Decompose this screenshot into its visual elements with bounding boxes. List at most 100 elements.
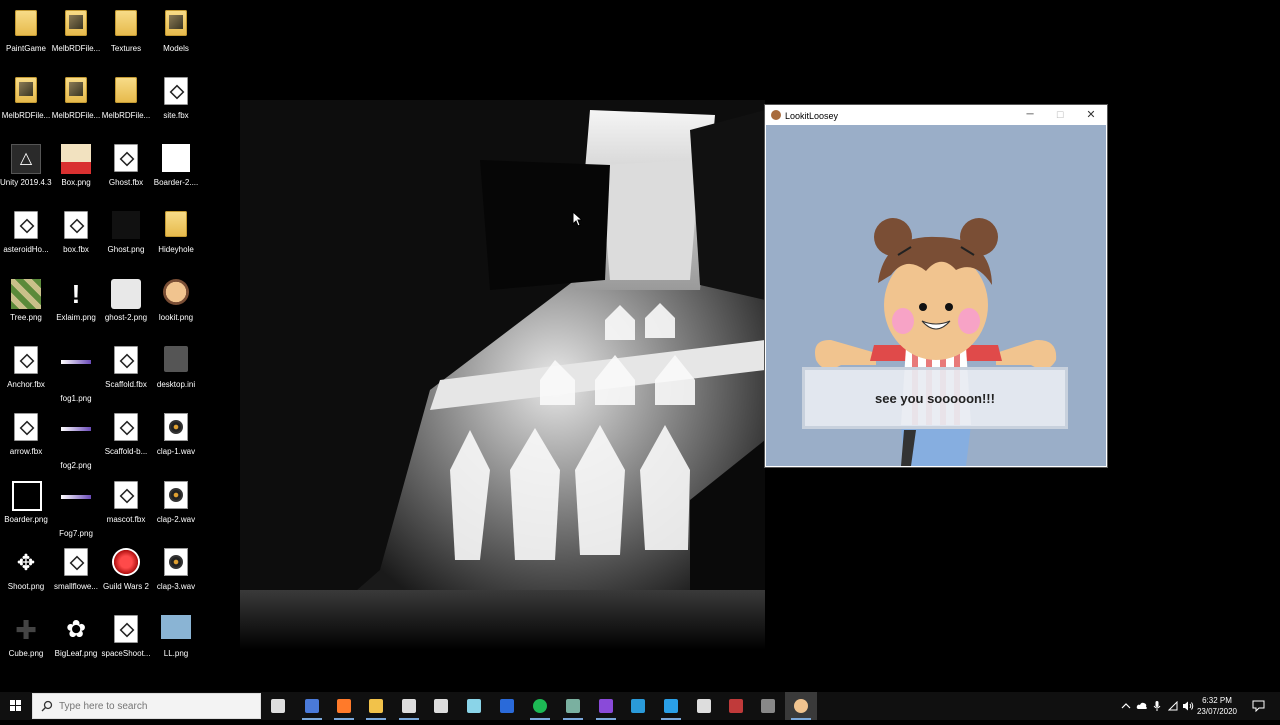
taskbar-app[interactable] bbox=[393, 692, 425, 720]
desktop-icon[interactable]: Fog7.png bbox=[50, 477, 102, 541]
taskbar-app[interactable] bbox=[785, 692, 817, 720]
desktop-icon[interactable]: ! Exlaim.png bbox=[50, 275, 102, 339]
lookitloosey-window[interactable]: LookitLoosey ─ ☐ ✕ see you sooooon!!! bbox=[765, 105, 1107, 467]
taskbar-app[interactable] bbox=[557, 692, 589, 720]
notifications-icon[interactable] bbox=[1252, 700, 1265, 712]
desktop-icon[interactable]: asteroidHo... bbox=[0, 207, 52, 271]
taskbar-search-box[interactable] bbox=[32, 693, 261, 719]
black-png-icon bbox=[111, 211, 141, 241]
volume-icon[interactable] bbox=[1182, 701, 1194, 711]
minimize-button[interactable]: ─ bbox=[1015, 105, 1045, 125]
taskbar-app[interactable] bbox=[590, 692, 622, 720]
ll-png-icon bbox=[161, 615, 191, 645]
desktop-icon[interactable]: Models bbox=[150, 6, 202, 70]
taskbar-app[interactable] bbox=[262, 692, 294, 720]
desktop-icon[interactable]: ✿ BigLeaf.png bbox=[50, 611, 102, 675]
onedrive-cloud-icon[interactable] bbox=[1136, 701, 1148, 711]
app-icon-2 bbox=[664, 699, 678, 713]
desktop-icon[interactable]: Textures bbox=[100, 6, 152, 70]
desktop-icon[interactable]: ✥ Shoot.png bbox=[0, 544, 52, 608]
taskbar-app[interactable] bbox=[328, 692, 360, 720]
fog-png-icon bbox=[61, 360, 91, 390]
window-title: LookitLoosey bbox=[785, 111, 839, 121]
desktop-icon[interactable]: PaintGame bbox=[0, 6, 52, 70]
desktop-icon[interactable]: MelbRDFile... bbox=[50, 73, 102, 137]
desktop-icon-label: Anchor.fbx bbox=[7, 380, 45, 389]
window-titlebar[interactable]: LookitLoosey ─ ☐ ✕ bbox=[765, 105, 1107, 125]
desktop-icon[interactable]: MelbRDFile... bbox=[0, 73, 52, 137]
desktop-icon[interactable]: desktop.ini bbox=[150, 342, 202, 406]
desktop-icon[interactable]: Boarder-2.... bbox=[150, 140, 202, 204]
desktop-icon[interactable]: mascot.fbx bbox=[100, 477, 152, 541]
fbx-icon bbox=[111, 615, 141, 645]
windows-logo-icon bbox=[10, 700, 21, 711]
fbx-icon bbox=[111, 413, 141, 443]
taskbar-app[interactable] bbox=[655, 692, 687, 720]
search-input[interactable] bbox=[59, 699, 249, 713]
desktop-icon[interactable]: fog2.png bbox=[50, 409, 102, 473]
desktop-icon[interactable]: Box.png bbox=[50, 140, 102, 204]
taskbar-app[interactable] bbox=[720, 692, 752, 720]
taskbar: 6:32 PM 23/07/2020 bbox=[0, 692, 1280, 720]
desktop-icon[interactable]: clap-2.wav bbox=[150, 477, 202, 541]
desktop-icon-label: Boarder.png bbox=[4, 515, 48, 524]
game-viewport[interactable]: see you sooooon!!! bbox=[766, 125, 1106, 466]
desktop-icon[interactable]: Hideyhole bbox=[150, 207, 202, 271]
desktop-icon-label: asteroidHo... bbox=[3, 245, 49, 254]
mouse-cursor-icon bbox=[572, 211, 582, 227]
ini-icon bbox=[161, 346, 191, 376]
microphone-icon[interactable] bbox=[1153, 700, 1161, 712]
desktop-icon[interactable]: smallflowe... bbox=[50, 544, 102, 608]
taskbar-app[interactable] bbox=[752, 692, 784, 720]
app-icon bbox=[631, 699, 645, 713]
outlook-icon bbox=[305, 699, 319, 713]
fbx-icon bbox=[61, 548, 91, 578]
desktop-icon[interactable]: Boarder.png bbox=[0, 477, 52, 541]
ghost2-png-icon bbox=[111, 279, 141, 309]
desktop-icon[interactable]: lookit.png bbox=[150, 275, 202, 339]
desktop-icon[interactable]: box.fbx bbox=[50, 207, 102, 271]
network-icon[interactable] bbox=[1168, 701, 1178, 711]
taskbar-app[interactable] bbox=[524, 692, 556, 720]
taskbar-app[interactable] bbox=[491, 692, 523, 720]
taskbar-app[interactable] bbox=[622, 692, 654, 720]
close-button[interactable]: ✕ bbox=[1076, 105, 1106, 125]
taskbar-app[interactable] bbox=[458, 692, 490, 720]
desktop-icon[interactable]: arrow.fbx bbox=[0, 409, 52, 473]
desktop-icon[interactable]: fog1.png bbox=[50, 342, 102, 406]
desktop-icon[interactable]: MelbRDFile... bbox=[50, 6, 102, 70]
desktop-icon[interactable]: site.fbx bbox=[150, 73, 202, 137]
taskbar-app[interactable] bbox=[425, 692, 457, 720]
desktop-icon[interactable]: Anchor.fbx bbox=[0, 342, 52, 406]
desktop-icon[interactable]: spaceShoot... bbox=[100, 611, 152, 675]
desktop-icon-label: MelbRDFile... bbox=[1, 111, 51, 120]
desktop-icon[interactable]: Scaffold-b... bbox=[100, 409, 152, 473]
desktop-icon-label: Models bbox=[163, 44, 189, 53]
desktop-icon[interactable]: Scaffold.fbx bbox=[100, 342, 152, 406]
taskbar-app[interactable] bbox=[296, 692, 328, 720]
desktop-icon[interactable]: Ghost.fbx bbox=[100, 140, 152, 204]
desktop-icon-label: fog1.png bbox=[60, 394, 92, 403]
desktop-icon[interactable]: Tree.png bbox=[0, 275, 52, 339]
desktop-icon[interactable]: Guild Wars 2 bbox=[100, 544, 152, 608]
taskbar-app[interactable] bbox=[688, 692, 720, 720]
desktop-icon[interactable]: MelbRDFile... bbox=[100, 73, 152, 137]
desktop-icon[interactable]: LL.png bbox=[150, 611, 202, 675]
lookit-png-icon bbox=[161, 279, 191, 309]
visual-studio-icon bbox=[599, 699, 613, 713]
chevron-up-icon[interactable] bbox=[1121, 701, 1131, 711]
desktop-icon[interactable]: Ghost.png bbox=[100, 207, 152, 271]
desktop-icon[interactable]: clap-1.wav bbox=[150, 409, 202, 473]
maximize-button[interactable]: ☐ bbox=[1045, 105, 1075, 125]
desktop-icon[interactable]: △ Unity 2019.4.3... bbox=[0, 140, 52, 204]
desktop-icon-label: fog2.png bbox=[60, 461, 92, 470]
cube-png-icon: ✚ bbox=[15, 615, 37, 645]
desktop-icon[interactable]: ghost-2.png bbox=[100, 275, 152, 339]
start-button[interactable] bbox=[0, 692, 32, 720]
taskbar-clock[interactable]: 6:32 PM 23/07/2020 bbox=[1195, 695, 1239, 717]
lookitloosey-icon bbox=[794, 699, 808, 713]
taskbar-app[interactable] bbox=[360, 692, 392, 720]
wav-icon bbox=[161, 481, 191, 511]
desktop-icon[interactable]: clap-3.wav bbox=[150, 544, 202, 608]
desktop-icon[interactable]: ✚ Cube.png bbox=[0, 611, 52, 675]
